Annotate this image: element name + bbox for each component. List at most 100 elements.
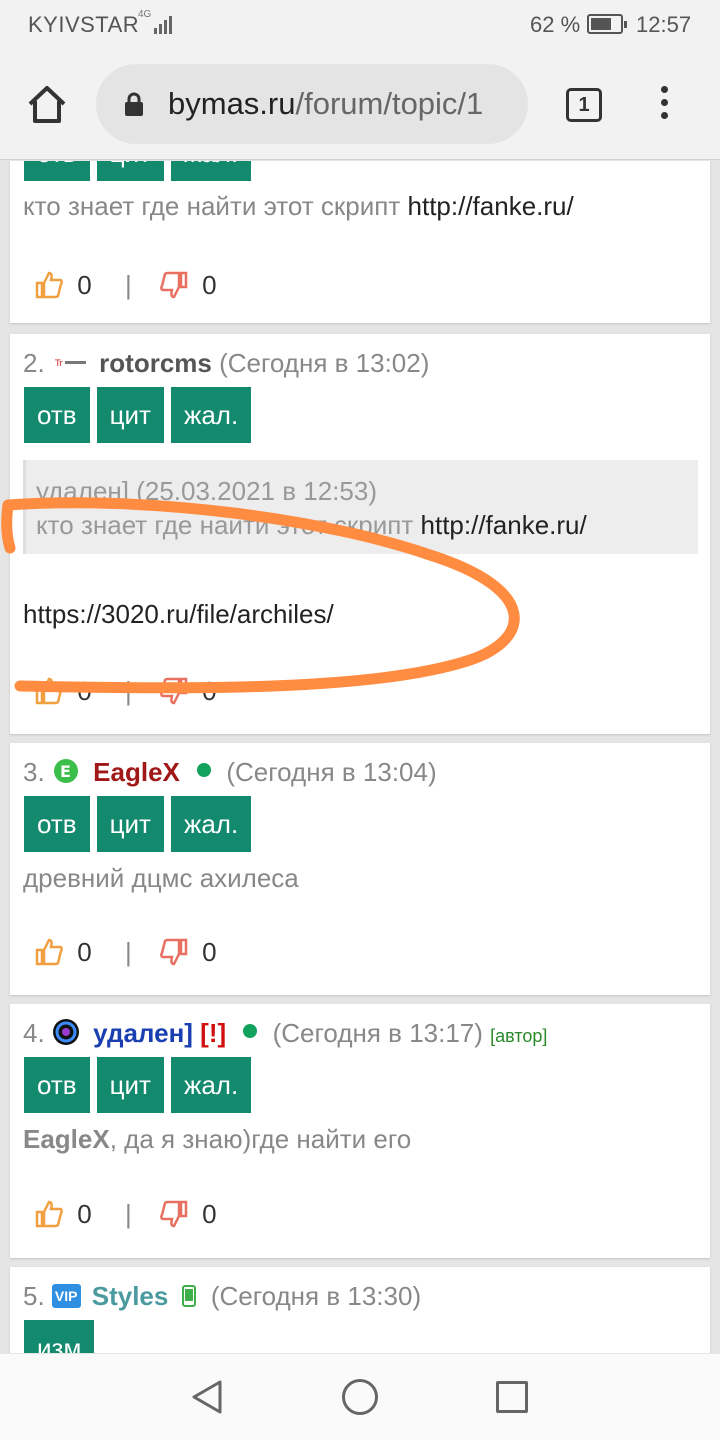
reply-button[interactable]: отв	[24, 387, 90, 443]
network-type: 4G	[138, 9, 152, 20]
vote-bar: 0 | 0	[34, 268, 217, 304]
forum-post: 5. VIP Styles (Сегодня в 13:30) изм	[10, 1267, 710, 1353]
forum-posts: отвцитжал. кто знает где найти этот скри…	[0, 161, 720, 1353]
post-link[interactable]: http://fanke.ru/	[408, 191, 574, 221]
post-body: древний дцмс ахилеса	[23, 863, 299, 894]
like-count: 0	[77, 936, 92, 967]
forum-post: 4. удален] [!] (Сегодня в 13:17) [автор]…	[10, 1004, 710, 1258]
post-number: 3.	[23, 757, 45, 787]
edit-button[interactable]: изм	[24, 1320, 95, 1353]
author-badge: [автор]	[490, 1026, 548, 1046]
url-path: /forum/topic/1	[295, 86, 484, 121]
clock: 12:57	[636, 12, 692, 37]
post-time: (Сегодня в 13:04)	[226, 757, 437, 787]
battery-percent: 62 %	[530, 12, 581, 37]
quote-body: кто знает где найти этот скрипт http://f…	[36, 510, 587, 541]
thumbs-down-icon[interactable]	[159, 1199, 189, 1229]
post-header: 3. E EagleX (Сегодня в 13:04)	[23, 757, 437, 788]
post-link[interactable]: https://3020.ru/file/archiles/	[23, 599, 334, 629]
thumbs-up-icon[interactable]	[34, 270, 64, 300]
back-icon[interactable]	[190, 1379, 224, 1415]
reply-button[interactable]: отв	[24, 1057, 90, 1113]
quote-button[interactable]: цит	[96, 387, 164, 443]
author-name[interactable]: EagleX	[93, 757, 180, 787]
mobile-device-icon	[181, 1285, 196, 1307]
recent-apps-icon[interactable]	[496, 1381, 528, 1413]
thumbs-up-icon[interactable]	[34, 1199, 64, 1229]
like-count: 0	[77, 1198, 92, 1229]
warning-badge: [!]	[200, 1018, 227, 1048]
report-button[interactable]: жал.	[170, 387, 252, 443]
user-avatar-icon: E	[53, 759, 78, 783]
vote-bar: 0 | 0	[34, 1197, 217, 1233]
overflow-menu-icon[interactable]	[656, 86, 672, 124]
url-host: bymas.ru	[168, 86, 296, 121]
forum-post: отвцит жал. кто знает где найти этот скри…	[10, 161, 710, 323]
post-actions: отвцитжал.	[24, 1057, 258, 1113]
thumbs-up-icon[interactable]	[34, 676, 64, 706]
post-actions: изм	[24, 1320, 101, 1353]
like-count: 0	[77, 675, 92, 706]
thumbs-down-icon[interactable]	[159, 676, 189, 706]
vote-bar: 0 | 0	[34, 674, 217, 710]
mention[interactable]: EagleX	[23, 1124, 110, 1154]
svg-text:E: E	[60, 762, 71, 781]
post-time: (Сегодня в 13:30)	[210, 1281, 422, 1311]
post-time: (Сегодня в 13:02)	[219, 348, 430, 378]
dislike-count: 0	[202, 1198, 217, 1229]
thumbs-down-icon[interactable]	[159, 270, 189, 300]
quote-button[interactable]: цит	[96, 161, 164, 181]
status-bar: KYIVSTAR 4G 62 % 12:57	[0, 0, 720, 50]
post-body: https://3020.ru/file/archiles/	[23, 599, 334, 630]
user-avatar-icon: Tr	[54, 359, 86, 369]
reply-button[interactable]: отв	[24, 161, 90, 181]
author-name[interactable]: rotorcms	[99, 348, 212, 378]
report-button[interactable]: жал.	[170, 1057, 252, 1113]
report-button[interactable]: жал.	[170, 161, 252, 181]
thumbs-up-icon[interactable]	[34, 937, 64, 967]
home-circle-icon[interactable]	[342, 1379, 378, 1415]
reply-button[interactable]: отв	[24, 796, 90, 852]
forum-post: 2. Tr rotorcms (Сегодня в 13:02) отв цит ж…	[10, 334, 710, 734]
quote-header: удален] (25.03.2021 в 12:53)	[36, 476, 377, 506]
signal-icon	[154, 16, 172, 34]
online-status-icon	[243, 1024, 258, 1038]
post-header: 5. VIP Styles (Сегодня в 13:30)	[23, 1281, 421, 1312]
quote-button[interactable]: цит	[96, 1057, 164, 1113]
report-button[interactable]: жал.	[170, 796, 252, 852]
lock-icon	[125, 92, 143, 116]
vote-separator: |	[124, 936, 132, 967]
battery-icon	[587, 14, 627, 34]
quote-link[interactable]: http://fanke.ru/	[421, 510, 587, 540]
url-text: bymas.ru/forum/topic/1	[168, 86, 483, 122]
author-name[interactable]: Styles	[92, 1281, 169, 1311]
browser-toolbar: bymas.ru/forum/topic/1 1	[0, 50, 720, 160]
post-header: 2. Tr rotorcms (Сегодня в 13:02)	[23, 348, 429, 379]
quote-text: кто знает где найти этот скрипт	[36, 510, 414, 540]
post-actions: отвцит жал.	[24, 161, 258, 181]
post-text: кто знает где найти этот скрипт	[23, 191, 401, 221]
quoted-message: удален] (25.03.2021 в 12:53) кто знает г…	[23, 460, 698, 554]
quote-button[interactable]: цит	[96, 796, 164, 852]
home-icon[interactable]	[22, 80, 72, 130]
vote-separator: |	[124, 269, 132, 300]
carrier-name: KYIVSTAR	[28, 12, 140, 37]
online-status-icon	[197, 763, 212, 777]
vip-badge-icon: VIP	[51, 1284, 81, 1308]
like-count: 0	[77, 269, 92, 300]
address-bar[interactable]: bymas.ru/forum/topic/1	[96, 64, 528, 144]
vote-separator: |	[124, 675, 132, 706]
vote-separator: |	[124, 1198, 132, 1229]
author-name[interactable]: удален]	[93, 1018, 193, 1048]
dislike-count: 0	[202, 675, 217, 706]
post-time: (Сегодня в 13:17)	[272, 1018, 483, 1048]
post-header: 4. удален] [!] (Сегодня в 13:17) [автор]	[23, 1018, 547, 1049]
post-actions: отвцитжал.	[24, 387, 258, 443]
svg-text:Tr: Tr	[54, 359, 63, 369]
post-number: 5.	[23, 1281, 45, 1311]
post-number: 4.	[23, 1018, 45, 1048]
vote-bar: 0 | 0	[34, 935, 217, 971]
thumbs-down-icon[interactable]	[159, 937, 189, 967]
tab-switcher-button[interactable]: 1	[566, 88, 602, 122]
post-body: кто знает где найти этот скрипт http://f…	[23, 191, 574, 222]
